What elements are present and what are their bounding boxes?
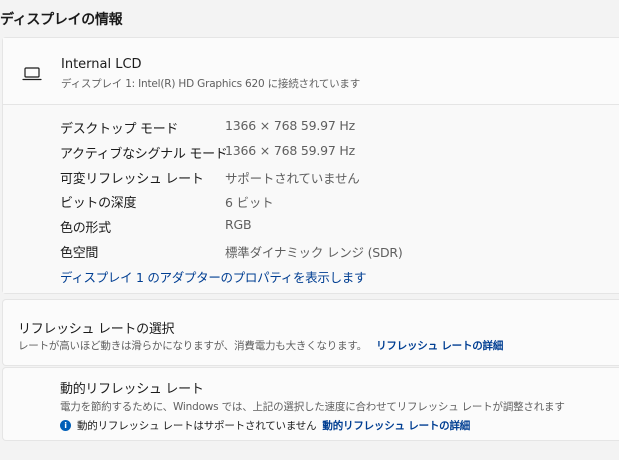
laptop-icon [22,67,42,81]
dynamic-refresh-desc: 電力を節約するために、Windows では、上記の選択した速度に合わせてリフレッ… [60,401,565,413]
property-row: 色空間 標準ダイナミック レンジ (SDR) [3,242,619,267]
refresh-rate-title: リフレッシュ レートの選択 [18,322,175,337]
property-row: 色の形式 RGB [3,217,619,242]
property-row: アクティブなシグナル モード 1366 × 768 59.97 Hz [3,143,619,168]
dynamic-refresh-more-link[interactable]: 動的リフレッシュ レートの詳細 [322,418,470,433]
property-value: 6 ビット [225,195,274,210]
property-row: 可変リフレッシュ レート サポートされていません [3,168,619,193]
property-row: デスクトップ モード 1366 × 768 59.97 Hz [3,118,619,143]
info-icon: i [60,420,71,431]
dynamic-refresh-card: 動的リフレッシュ レート 電力を節約するために、Windows では、上記の選択… [2,367,619,441]
property-value: 1366 × 768 59.97 Hz [225,118,355,133]
property-value: 1366 × 768 59.97 Hz [225,143,355,158]
display-subtitle: ディスプレイ 1: Intel(R) HD Graphics 620 に接続され… [61,78,361,90]
property-value: RGB [225,217,252,232]
display-info-card: Internal LCD ディスプレイ 1: Intel(R) HD Graph… [2,37,619,294]
dynamic-refresh-title: 動的リフレッシュ レート [60,382,204,397]
refresh-rate-card: リフレッシュ レートの選択 レートが高いほど動きは滑らかになりますが、消費電力も… [2,299,619,366]
property-label: ビットの深度 [60,196,137,211]
property-label: アクティブなシグナル モード [60,147,228,162]
property-value: 標準ダイナミック レンジ (SDR) [225,245,403,260]
adapter-properties-link[interactable]: ディスプレイ 1 のアダプターのプロパティを表示します [60,267,366,286]
property-label: 色空間 [60,246,99,261]
property-label: 色の形式 [60,221,111,236]
refresh-rate-desc-text: レートが高いほど動きは滑らかになりますが、消費電力も大きくなります。 [18,340,367,352]
refresh-rate-more-link[interactable]: リフレッシュ レートの詳細 [376,340,503,352]
display-header: Internal LCD ディスプレイ 1: Intel(R) HD Graph… [3,38,619,105]
refresh-rate-desc: レートが高いほど動きは滑らかになりますが、消費電力も大きくなります。 リフレッシ… [18,338,503,353]
property-label: 可変リフレッシュ レート [60,172,204,187]
property-row: ビットの深度 6 ビット [3,192,619,217]
dynamic-refresh-note: i 動的リフレッシュ レートはサポートされていません 動的リフレッシュ レートの… [60,418,470,433]
display-name: Internal LCD [61,57,142,72]
dynamic-refresh-note-text: 動的リフレッシュ レートはサポートされていません [77,420,317,432]
property-label: デスクトップ モード [60,122,179,137]
display-properties: デスクトップ モード 1366 × 768 59.97 Hz アクティブなシグナ… [3,105,619,293]
property-value: サポートされていません [225,171,360,186]
section-title: ディスプレイの情報 [0,12,123,28]
